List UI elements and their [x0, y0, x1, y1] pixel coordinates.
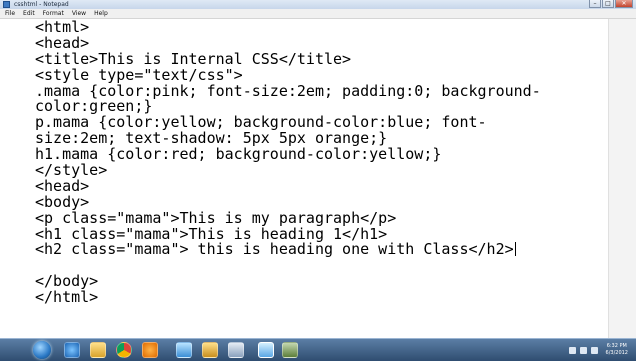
- system-tray: 6:32 PM 6/3/2012: [516, 339, 636, 361]
- folder-icon[interactable]: [202, 342, 218, 358]
- network-icon[interactable]: [176, 342, 192, 358]
- maximize-button[interactable]: □: [602, 0, 614, 8]
- code-line: h1.mama {color:red; background-color:yel…: [35, 145, 442, 164]
- chrome-icon[interactable]: [116, 342, 132, 358]
- window-title: csshtml - Notepad: [14, 1, 69, 8]
- vertical-scrollbar[interactable]: [608, 19, 636, 338]
- code-line-current: <h2 class="mama"> this is heading one wi…: [35, 242, 541, 258]
- notepad-icon: [3, 1, 10, 8]
- menu-view[interactable]: View: [68, 9, 90, 18]
- menu-edit[interactable]: Edit: [19, 9, 39, 18]
- volume-icon[interactable]: [579, 346, 587, 354]
- minimize-button[interactable]: –: [589, 0, 601, 8]
- code-line-text: <h2 class="mama"> this is heading one wi…: [35, 240, 514, 259]
- start-button[interactable]: [33, 341, 51, 359]
- clock-date: 6/3/2012: [605, 350, 628, 356]
- ie-icon[interactable]: [64, 342, 80, 358]
- code-text: <html> <head> <title>This is Internal CS…: [35, 18, 541, 307]
- menu-bar: File Edit Format View Help: [0, 9, 636, 19]
- tool-icon[interactable]: [228, 342, 244, 358]
- app-icon[interactable]: [282, 342, 298, 358]
- code-line: </body>: [35, 272, 99, 291]
- title-bar[interactable]: csshtml - Notepad – □ ✕: [0, 0, 636, 9]
- menu-help[interactable]: Help: [90, 9, 112, 18]
- window-controls: – □ ✕: [588, 0, 633, 9]
- notepad-icon[interactable]: [258, 342, 274, 358]
- text-caret: [514, 242, 516, 257]
- menu-file[interactable]: File: [0, 9, 19, 18]
- flag-icon[interactable]: [568, 346, 576, 354]
- taskbar: 6:32 PM 6/3/2012: [0, 338, 636, 361]
- menu-format[interactable]: Format: [39, 9, 68, 18]
- media-player-icon[interactable]: [142, 342, 158, 358]
- code-line: </html>: [35, 288, 99, 307]
- code-line: <html>: [35, 18, 90, 36]
- code-line: <head>: [35, 176, 90, 195]
- network-tray-icon[interactable]: [590, 346, 598, 354]
- code-line: </style>: [35, 161, 108, 180]
- text-editor[interactable]: <html> <head> <title>This is Internal CS…: [0, 19, 608, 338]
- clock[interactable]: 6:32 PM 6/3/2012: [606, 343, 628, 357]
- clock-time: 6:32 PM: [606, 343, 627, 349]
- close-button[interactable]: ✕: [615, 0, 633, 8]
- folder-icon[interactable]: [90, 342, 106, 358]
